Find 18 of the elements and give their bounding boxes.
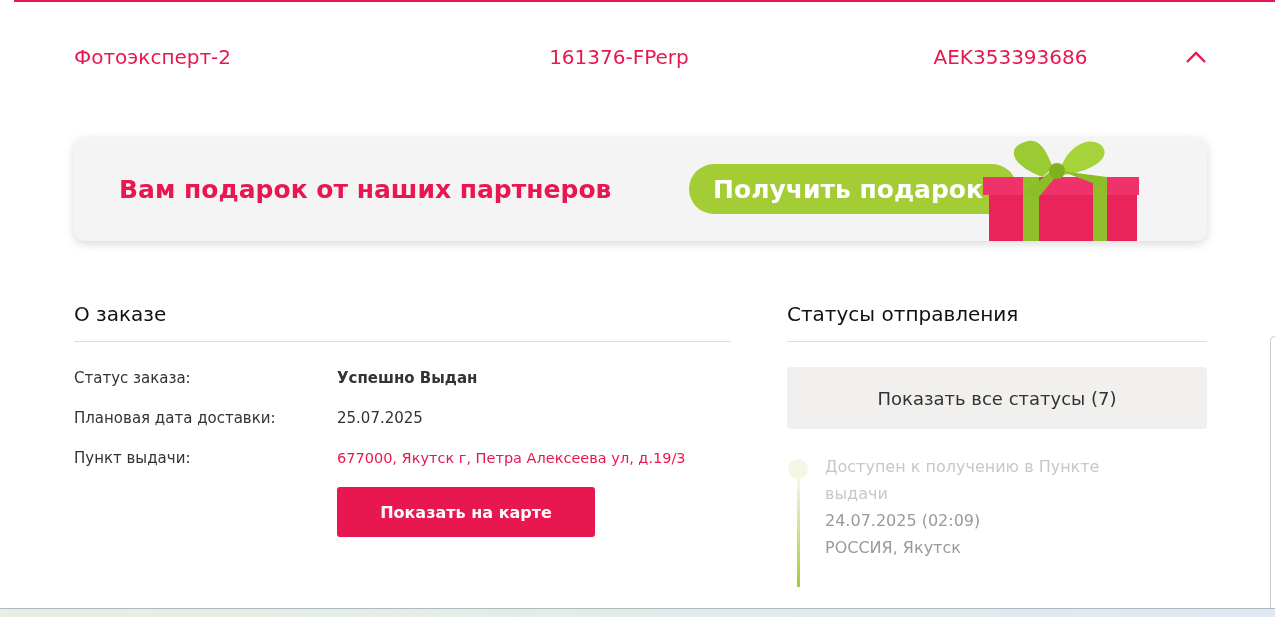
shop-name: Фотоэксперт-2 [74,45,233,69]
timeline-dot [788,459,808,479]
field-value: Успешно Выдан [337,368,479,389]
address-link[interactable]: 677000, Якутск г, Петра Алексеева ул, д.19/3 [337,447,731,469]
status-date: 24.07.2025 (02:09) [825,510,982,532]
order-number: 161376-FPerp [548,45,690,69]
field-value: 25.07.2025 [337,408,424,429]
field-label: Пункт выдачи: [74,448,192,469]
section-heading: Статусы отправления [787,303,1020,328]
status-place: РОССИЯ, Якутск [825,537,962,559]
collapse-chevron-icon[interactable] [1185,51,1207,63]
field-label: Плановая дата доставки: [74,408,277,429]
tracking-number: AEK353393686 [932,45,1089,69]
section-heading: О заказе [74,303,168,328]
show-all-statuses-button[interactable]: Показать все статусы (7) [787,367,1207,429]
banner-title: Вам подарок от наших партнеров [119,174,612,204]
field-label: Статус заказа: [74,368,192,389]
show-on-map-button[interactable]: Показать на карте [337,487,595,537]
